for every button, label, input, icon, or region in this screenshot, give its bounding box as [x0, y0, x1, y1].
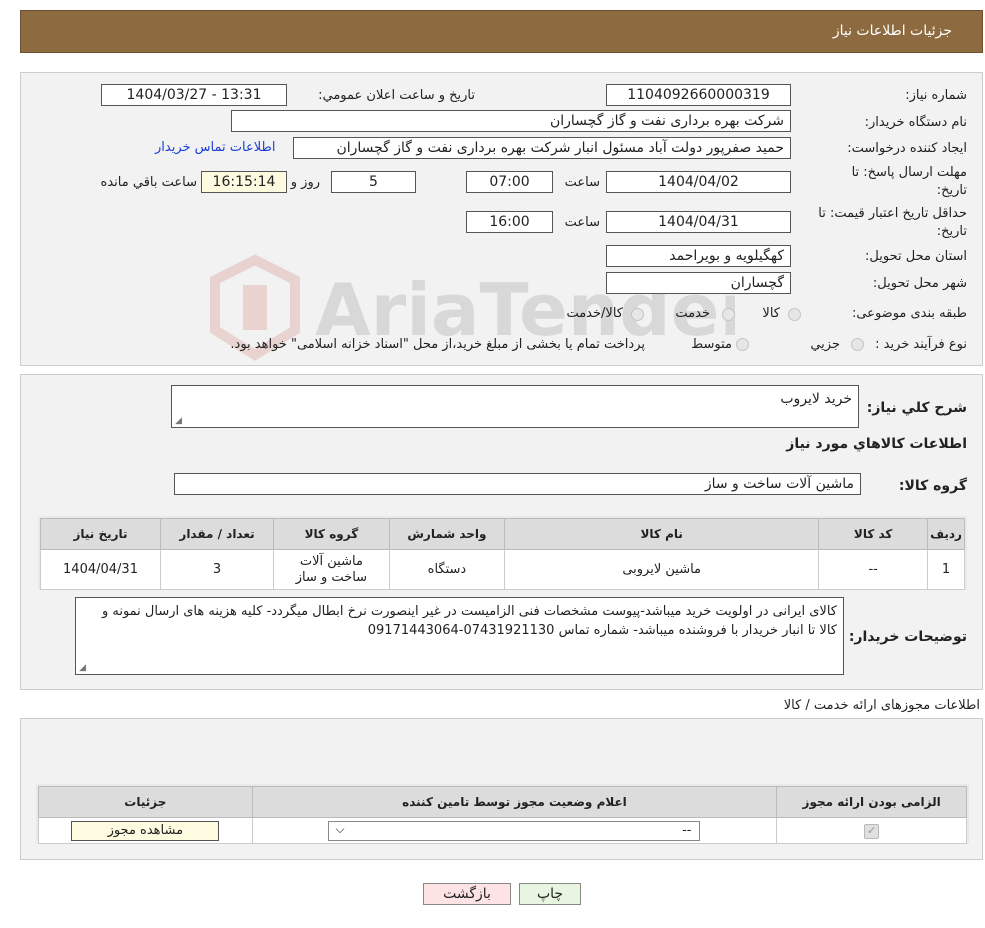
- page-header: جزئیات اطلاعات نیاز: [20, 10, 983, 53]
- permits-table: الزامی بودن ارائه مجوز اعلام وضعیت مجوز …: [38, 786, 967, 844]
- validity-label: حداقل تاریخ اعتبار قیمت: تا: [818, 206, 967, 221]
- resize-grip-icon[interactable]: ◢: [78, 664, 86, 673]
- deadline-time-label: ساعت: [564, 175, 600, 190]
- category-radio-goods-service[interactable]: [631, 308, 644, 321]
- back-button[interactable]: بازگشت: [423, 883, 511, 905]
- buyer-org-field: شرکت بهره برداری نفت و گاز گچساران: [231, 110, 791, 132]
- table-row: 1 -- ماشین لایروبی دستگاه ماشین آلات ساخ…: [40, 549, 965, 590]
- items-table: ردیف کد کالا نام کالا واحد شمارش گروه کا…: [40, 518, 965, 590]
- validity-label-date: تاریخ:: [936, 224, 967, 239]
- col-need-date: تاریخ نیاز: [40, 518, 161, 550]
- view-permit-button[interactable]: مشاهده مجوز: [71, 820, 220, 841]
- goods-group-label: گروه کالا:: [898, 478, 967, 494]
- cell-quantity: 3: [159, 549, 275, 590]
- chevron-down-icon: ⌵: [335, 821, 345, 836]
- col-unit: واحد شمارش: [388, 518, 506, 550]
- process-option-minor: جزیي: [810, 337, 840, 352]
- remaining-label: ساعت باقي مانده: [100, 175, 197, 190]
- cell-unit: دستگاه: [388, 549, 506, 590]
- cell-need-date: 1404/04/31: [40, 549, 161, 590]
- need-number-field: 1104092660000319: [606, 84, 791, 106]
- process-radio-minor[interactable]: [851, 338, 864, 351]
- cell-group: ماشین آلات ساخت و ساز: [273, 549, 390, 590]
- process-label: نوع فرآیند خرید :: [875, 337, 967, 352]
- category-option-goods-service: کالا/خدمت: [566, 306, 623, 321]
- need-number-label: شماره نیاز:: [905, 88, 967, 103]
- permit-status-value: --: [682, 822, 692, 838]
- deadline-time-field: 07:00: [466, 171, 553, 193]
- process-note: پرداخت تمام یا بخشی از مبلغ خرید،از محل …: [230, 337, 645, 352]
- buyer-org-label: نام دستگاه خریدار:: [864, 115, 967, 130]
- buyer-notes-text: کالای ایرانی در اولویت خرید میباشد-پیوست…: [101, 604, 837, 638]
- col-quantity: تعداد / مقدار: [159, 518, 275, 550]
- deadline-label-date: تاریخ:: [936, 183, 967, 198]
- general-description-text: خرید لایروب: [780, 391, 852, 407]
- process-option-medium: متوسط: [691, 337, 732, 352]
- creator-label: ایجاد کننده درخواست:: [847, 141, 967, 156]
- process-radio-medium[interactable]: [736, 338, 749, 351]
- days-field: 5: [331, 171, 416, 193]
- validity-time-label: ساعت: [564, 215, 600, 230]
- permit-status-select[interactable]: -- ⌵: [328, 820, 701, 841]
- required-checkbox[interactable]: ✓: [864, 823, 880, 839]
- col-name: نام کالا: [504, 518, 820, 550]
- goods-group-field: ماشین آلات ساخت و ساز: [174, 473, 861, 495]
- col-row: ردیف: [927, 518, 965, 550]
- province-label: استان محل تحویل:: [865, 249, 967, 264]
- col-group: گروه کالا: [273, 518, 390, 550]
- buyer-contact-link[interactable]: اطلاعات تماس خریدار: [155, 140, 275, 155]
- page-title: جزئیات اطلاعات نیاز: [832, 23, 952, 39]
- announce-label: تاریخ و ساعت اعلان عمومي:: [318, 88, 475, 103]
- resize-grip-icon[interactable]: ◢: [174, 417, 182, 426]
- col-permit-details: جزئیات: [38, 786, 253, 818]
- validity-time-field: 16:00: [466, 211, 553, 233]
- category-option-service: خدمت: [675, 306, 710, 321]
- category-label: طبقه بندی موضوعی:: [851, 306, 967, 321]
- col-permit-status: اعلام وضعیت مجوز توسط تامین کننده: [251, 786, 778, 818]
- table-row: ✓ -- ⌵ مشاهده مجوز: [38, 817, 967, 844]
- province-field: کهگیلویه و بویراحمد: [606, 245, 791, 267]
- deadline-label: مهلت ارسال پاسخ: تا: [851, 165, 967, 180]
- remaining-time-field: 16:15:14: [201, 171, 287, 193]
- creator-field: حمید صفرپور دولت آباد مسئول انبار شرکت ب…: [293, 137, 791, 159]
- city-label: شهر محل تحویل:: [872, 276, 967, 291]
- cell-permit-status: -- ⌵: [251, 817, 778, 844]
- print-button[interactable]: چاپ: [519, 883, 581, 905]
- general-description-label: شرح کلي نیاز:: [866, 400, 967, 416]
- category-option-goods: کالا: [762, 306, 780, 321]
- general-description-field[interactable]: خرید لایروب ◢: [171, 385, 859, 428]
- cell-row: 1: [927, 549, 965, 590]
- category-radio-service[interactable]: [722, 308, 735, 321]
- cell-permit-details: مشاهده مجوز: [38, 817, 253, 844]
- announce-field: 1404/03/27 - 13:31: [101, 84, 287, 106]
- category-radio-goods[interactable]: [788, 308, 801, 321]
- col-permit-required: الزامی بودن ارائه مجوز: [776, 786, 967, 818]
- buyer-notes-field[interactable]: کالای ایرانی در اولویت خرید میباشد-پیوست…: [75, 597, 844, 675]
- cell-name: ماشین لایروبی: [504, 549, 820, 590]
- validity-date-field: 1404/04/31: [606, 211, 791, 233]
- deadline-date-field: 1404/04/02: [606, 171, 791, 193]
- days-label: روز و: [290, 175, 320, 190]
- items-section-title: اطلاعات کالاهاي مورد نیاز: [786, 436, 967, 452]
- permits-section-title: اطلاعات مجوزهای ارائه خدمت / کالا: [783, 698, 980, 713]
- buyer-notes-label: توضیحات خریدار:: [848, 629, 967, 645]
- col-code: کد کالا: [818, 518, 929, 550]
- city-field: گچساران: [606, 272, 791, 294]
- cell-code: --: [818, 549, 929, 590]
- cell-permit-required: ✓: [776, 817, 967, 844]
